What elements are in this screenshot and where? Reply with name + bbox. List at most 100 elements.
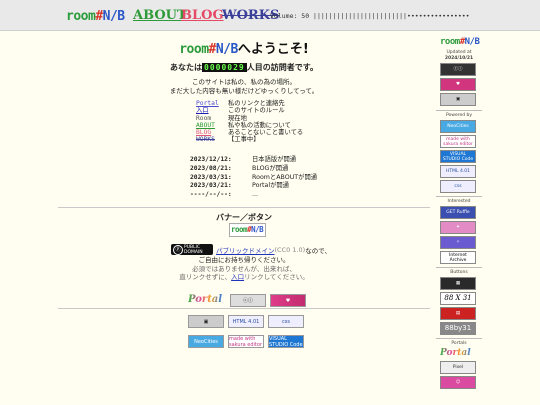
public-domain-badge[interactable]: Ⓟ PUBLIC DOMAIN xyxy=(171,244,213,255)
counter-badge[interactable]: ▣ xyxy=(440,93,476,106)
welcome-title: room#N/Bへようこそ! xyxy=(58,38,430,57)
public-domain-link[interactable]: パブリックドメイン xyxy=(216,245,275,255)
html-label: HTML 4.01 xyxy=(232,318,260,325)
sakura-editor-button[interactable]: made with sakura editor xyxy=(228,335,264,348)
update-date: 2023/08/21: xyxy=(190,164,232,172)
menu-desc: このサイトのルール xyxy=(228,107,285,115)
ruffle-badge[interactable]: GET Ruffle xyxy=(440,206,476,219)
html-valid-button[interactable]: HTML 4.01 xyxy=(228,315,264,328)
license-line: Ⓟ PUBLIC DOMAIN パブリックドメイン (CC0 1.0) なので、 xyxy=(171,244,331,255)
vscode-badge[interactable]: VISUAL STUDIO Code xyxy=(440,150,476,163)
menu-link-entrance[interactable]: 入口 xyxy=(196,107,228,114)
entrance-link[interactable]: 入口 xyxy=(231,273,244,281)
intro-line: まだ大した内容も無い様だけどゆっくりしてって。 xyxy=(169,87,319,95)
update-date: ----/--/--: xyxy=(190,191,232,199)
visitor-counter-line: あなたは 0000029 人目の訪問者です。 xyxy=(58,62,430,73)
portal-button[interactable]: Portal xyxy=(188,294,222,305)
nav-about-link[interactable]: ABOUT xyxy=(133,8,187,23)
face-icon: ☺ xyxy=(455,380,461,385)
menu-link-about[interactable]: ABOUT xyxy=(196,122,228,129)
star-icon: ✧ xyxy=(456,240,460,245)
license-line4-pre: 直リンクせずに、 xyxy=(179,273,232,281)
cc-badge[interactable]: ⓒⓘ xyxy=(440,63,476,76)
menu-link-works[interactable]: WORKS xyxy=(196,136,228,143)
logo-nb: N/B xyxy=(102,9,125,24)
counter-suffix: 人目の訪問者です。 xyxy=(246,63,318,72)
menu-desc: 現在地 xyxy=(228,114,247,122)
sakura-badge[interactable]: made with sakura editor xyxy=(440,135,476,148)
menu-item-works: WORKS 【工事中】 xyxy=(196,136,303,143)
license-line2: ご自由にお持ち帰りください。 xyxy=(198,256,290,264)
css-badge[interactable]: css xyxy=(440,180,476,193)
vscode-button[interactable]: VISUAL STUDIO Code xyxy=(268,335,304,348)
update-entry: ----/--/--:... xyxy=(190,191,317,200)
welcome-logo: room#N/B xyxy=(179,42,238,57)
nav-blog-link[interactable]: BLOG xyxy=(181,8,224,23)
logo-room: room xyxy=(231,225,248,234)
film-icon: ▤ xyxy=(455,311,461,316)
portal-badge[interactable]: Portal xyxy=(440,348,471,358)
menu-item-entrance: 入口 このサイトのルール xyxy=(196,107,303,114)
menu-link-blog[interactable]: BLOG xyxy=(196,129,228,136)
update-text: ... xyxy=(252,191,259,199)
internet-archive-badge[interactable]: Internet Archive xyxy=(440,251,476,264)
site-menu: Portal 私のリンクと連絡先 入口 このサイトのルール Room 現在地 ABOU… xyxy=(196,100,303,144)
updated-date: 2024/10/21 xyxy=(444,56,474,61)
logo-nb: N/B xyxy=(464,37,480,47)
updated-label: Updated at xyxy=(446,50,472,55)
badge-text: PUBLIC DOMAIN xyxy=(184,245,203,255)
html-badge[interactable]: HTML 4.01 xyxy=(440,165,476,178)
site-logo[interactable]: room#N/B xyxy=(66,9,125,24)
intro-text: このサイトは私の、私の為の場所。 まだ大した内容も無い様だけどゆっくりしてって。 xyxy=(58,78,430,96)
pixel-badge-2[interactable]: Pixel xyxy=(440,361,476,374)
dark-badge[interactable]: ▦ xyxy=(440,277,476,290)
license-after: なので、 xyxy=(305,246,331,255)
divider xyxy=(58,308,430,309)
neocities-button[interactable]: NeoCities xyxy=(188,335,224,348)
update-entry: 2023/12/12: 日本語版が開通 xyxy=(190,156,317,165)
banner-logo: room#N/B xyxy=(231,225,264,234)
cc-icon: ⓒⓘ xyxy=(242,297,253,304)
counter-prefix: あなたは xyxy=(170,63,203,72)
right-sidebar: room#N/B Updated at 2024/10/21 ⓒⓘ ♥ ▣ Po… xyxy=(436,30,482,405)
pink-badge[interactable]: ✦ xyxy=(440,221,476,234)
logo-nb: N/B xyxy=(251,225,264,234)
powered-by-label: Powered by xyxy=(445,113,473,118)
cc-button[interactable]: ⓒⓘ xyxy=(230,294,266,307)
grid-icon: ▦ xyxy=(455,281,461,286)
logo-nb: N/B xyxy=(215,42,238,57)
divider xyxy=(58,207,430,208)
purple-badge[interactable]: ✧ xyxy=(440,236,476,249)
sidebar-divider xyxy=(436,196,482,197)
cc-icon: ⓒⓘ xyxy=(453,67,463,72)
monitor-icon: ▣ xyxy=(455,97,461,102)
visitor-counter: 0000029 xyxy=(202,63,247,72)
welcome-suffix: へようこそ! xyxy=(237,42,309,57)
logo-room: room xyxy=(66,9,96,24)
pixel-art-button[interactable]: ♥ xyxy=(270,294,306,307)
css-label: css xyxy=(282,318,290,325)
license-line3: 必須ではありませんが、出来れば、 xyxy=(192,264,296,273)
css-valid-button[interactable]: css xyxy=(268,315,304,328)
license-line4-post: リンクしてください。 xyxy=(244,273,309,281)
88x31-badge[interactable]: 88 X 31 xyxy=(440,292,476,305)
neocities-badge[interactable]: NeoCities xyxy=(440,120,476,133)
sidebar-divider xyxy=(436,267,482,268)
red-badge[interactable]: ▤ xyxy=(440,307,476,320)
pixel-badge[interactable]: ♥ xyxy=(440,78,476,91)
site-banner-button[interactable]: room#N/B xyxy=(229,223,266,237)
cc-zero-icon: Ⓟ xyxy=(173,244,183,255)
neocities-label: NeoCities xyxy=(194,338,218,345)
88by31-badge[interactable]: 88by31 xyxy=(440,322,476,335)
badge-bottom: DOMAIN xyxy=(184,249,203,255)
sakura-label: made with sakura editor xyxy=(229,335,263,348)
sidebar-logo[interactable]: room#N/B xyxy=(440,37,480,47)
volume-meter[interactable]: Volume: 50 ||||||||||||||||||||||||•••••… xyxy=(270,12,470,20)
vscode-label: VISUAL STUDIO Code xyxy=(269,335,303,348)
monitor-icon: ▣ xyxy=(203,318,209,325)
license-line4: 直リンクせずに、入口リンクしてください。 xyxy=(58,273,430,282)
menu-item-room: Room 現在地 xyxy=(196,115,303,122)
anime-badge[interactable]: ☺ xyxy=(440,376,476,389)
update-date: 2023/12/12: xyxy=(190,156,232,163)
counter-button[interactable]: ▣ xyxy=(188,315,224,328)
